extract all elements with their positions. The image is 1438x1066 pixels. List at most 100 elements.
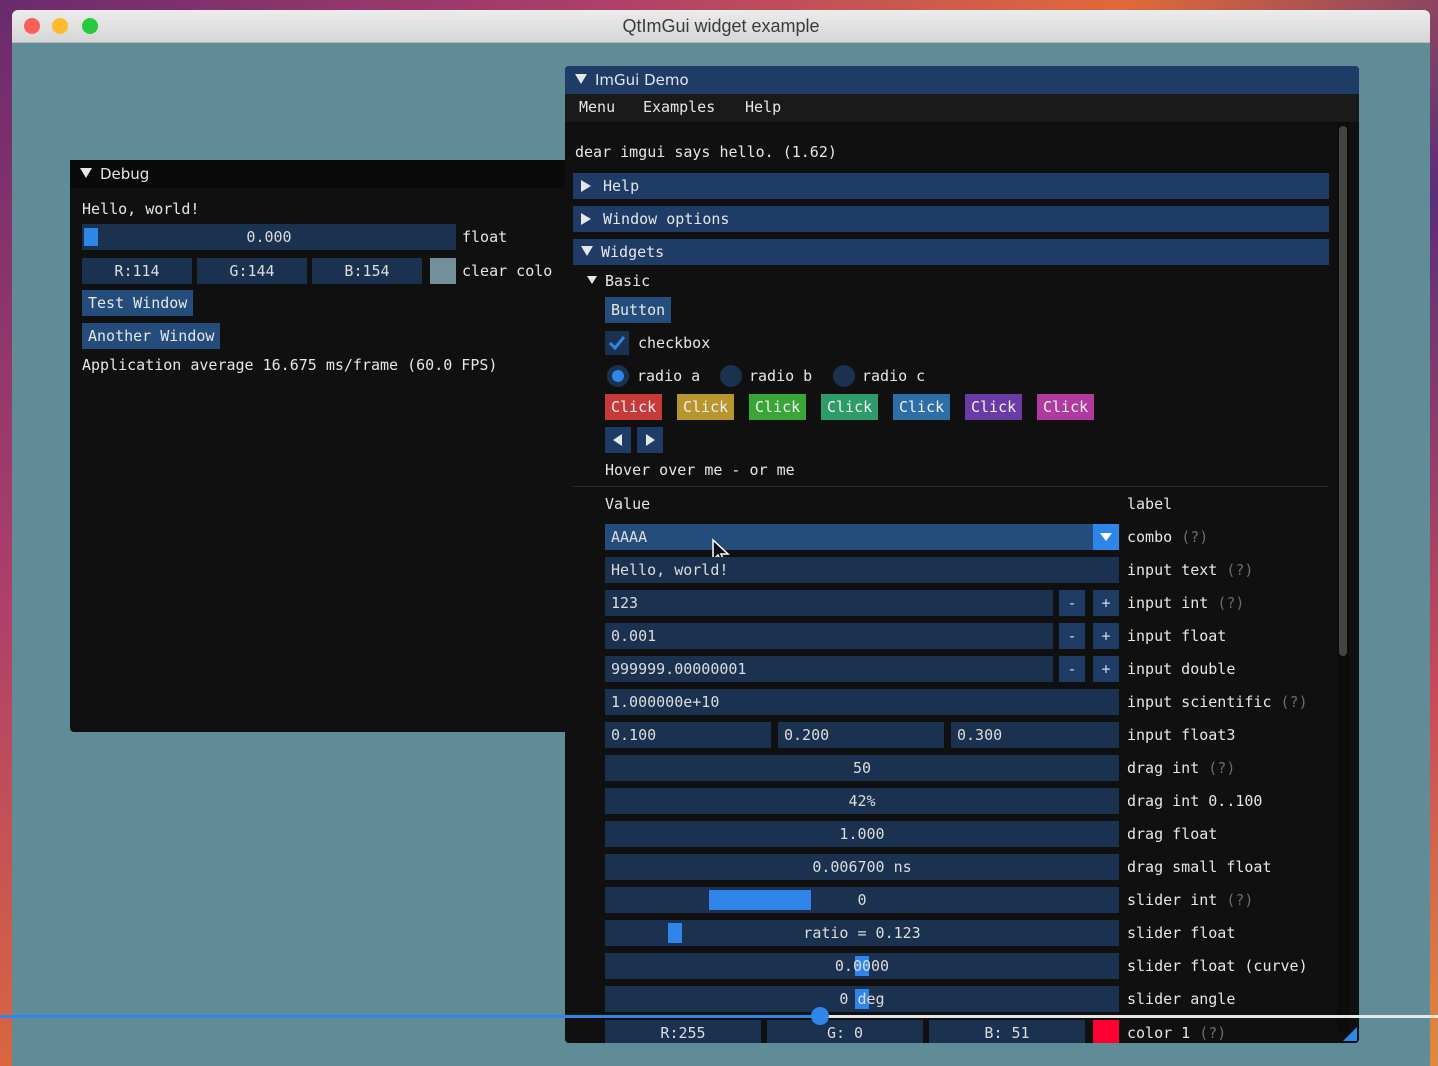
float-slider[interactable]: 0.000 (82, 224, 456, 250)
collapse-triangle-icon[interactable] (575, 73, 587, 84)
drag-float-label: drag float (1127, 825, 1218, 843)
chevron-down-icon (1100, 533, 1112, 541)
color1-b-drag[interactable]: B: 51 (929, 1020, 1085, 1043)
window-options-section-header[interactable]: Window options (573, 206, 1329, 232)
menu-examples[interactable]: Examples (643, 98, 715, 116)
slider-int-field[interactable]: 0 (605, 887, 1119, 913)
slider-float-curve-field[interactable]: 0.0000 (605, 953, 1119, 979)
drag-small-float-label: drag small float (1127, 858, 1272, 876)
radio-c-button[interactable] (833, 365, 855, 387)
menu-help[interactable]: Help (745, 98, 781, 116)
combo-value: AAAA (611, 528, 648, 546)
help-marker[interactable]: (?) (1208, 759, 1235, 777)
demo-window-header[interactable]: ImGui Demo (565, 66, 1359, 94)
resize-grip-icon[interactable] (1343, 1027, 1357, 1041)
click-button-5[interactable]: Click (893, 394, 951, 420)
help-marker[interactable]: (?) (1181, 528, 1208, 546)
input-float3-z[interactable]: 0.300 (951, 722, 1119, 748)
color1-g-drag[interactable]: G: 0 (767, 1020, 923, 1043)
basic-button[interactable]: Button (605, 297, 672, 323)
collapse-triangle-icon[interactable] (80, 167, 92, 178)
arrow-right-icon (646, 434, 655, 446)
title-bar: QtImGui widget example (12, 10, 1430, 43)
click-button-4[interactable]: Click (821, 394, 879, 420)
demo-hello-text: dear imgui says hello. (1.62) (575, 143, 837, 161)
click-button-1[interactable]: Click (605, 394, 663, 420)
float-label: float (462, 228, 508, 246)
collapse-triangle-icon (581, 245, 593, 256)
expand-triangle-icon (581, 179, 591, 192)
click-button-6[interactable]: Click (965, 394, 1023, 420)
slider-angle-value: 0 deg (839, 990, 885, 1008)
input-double-plus-button[interactable]: + (1093, 656, 1119, 682)
input-int-field[interactable]: 123 (605, 590, 1053, 616)
menu-menu[interactable]: Menu (579, 98, 615, 116)
input-float-label: input float (1127, 627, 1227, 645)
radio-b-button[interactable] (720, 365, 742, 387)
input-text-field[interactable]: Hello, world! (605, 557, 1119, 583)
help-marker[interactable]: (?) (1217, 594, 1244, 612)
input-float3-x[interactable]: 0.100 (605, 722, 771, 748)
drag-int-100-field[interactable]: 42% (605, 788, 1119, 814)
basic-tree-node[interactable]: Basic (587, 268, 650, 294)
input-int-label: input int (?) (1127, 594, 1245, 612)
help-marker[interactable]: (?) (1226, 891, 1253, 909)
radio-a-button[interactable] (607, 365, 629, 387)
help-marker[interactable]: (?) (1281, 693, 1308, 711)
click-button-7[interactable]: Click (1037, 394, 1095, 420)
input-double-minus-button[interactable]: - (1059, 656, 1085, 682)
input-float-plus-button[interactable]: + (1093, 623, 1119, 649)
click-button-2[interactable]: Click (677, 394, 735, 420)
slider-angle-field[interactable]: 0 deg (605, 986, 1119, 1012)
color1-swatch[interactable] (1093, 1020, 1119, 1043)
checkbox-label: checkbox (638, 334, 711, 352)
help-section-label: Help (603, 177, 640, 195)
arrow-right-button[interactable] (637, 427, 663, 453)
input-float-field[interactable]: 0.001 (605, 623, 1053, 649)
slider-float-label: slider float (1127, 924, 1236, 942)
color-g-drag[interactable]: G:144 (197, 258, 307, 284)
window-options-label: Window options (603, 210, 730, 228)
input-scientific-field[interactable]: 1.000000e+10 (605, 689, 1119, 715)
help-marker[interactable]: (?) (1199, 1024, 1226, 1042)
clear-color-swatch[interactable] (430, 258, 456, 284)
scrollbar-grab[interactable] (1339, 126, 1347, 656)
widgets-section-header[interactable]: Widgets (573, 239, 1329, 265)
another-window-button[interactable]: Another Window (82, 323, 221, 349)
drag-float-field[interactable]: 1.000 (605, 821, 1119, 847)
slider-float-field[interactable]: ratio = 0.123 (605, 920, 1119, 946)
combo-box[interactable]: AAAA (605, 524, 1119, 550)
separator (573, 486, 1329, 487)
drag-int-label: drag int (?) (1127, 759, 1236, 777)
input-double-field[interactable]: 999999.00000001 (605, 656, 1053, 682)
float-slider-value: 0.000 (246, 228, 292, 246)
debug-hello-text: Hello, world! (82, 200, 200, 218)
input-float-minus-button[interactable]: - (1059, 623, 1085, 649)
slider-float-value: ratio = 0.123 (803, 924, 921, 942)
color-r-drag[interactable]: R:114 (82, 258, 192, 284)
test-window-button[interactable]: Test Window (82, 290, 194, 316)
basic-label: Basic (605, 272, 651, 290)
color1-r-drag[interactable]: R:255 (605, 1020, 761, 1043)
hover-text[interactable]: Hover over me - or me (605, 457, 795, 483)
help-marker[interactable]: (?) (1226, 561, 1253, 579)
combo-dropdown-button[interactable] (1093, 524, 1119, 550)
slider-angle-label: slider angle (1127, 990, 1236, 1008)
drag-small-float-field[interactable]: 0.006700 ns (605, 854, 1119, 880)
expand-triangle-icon (581, 212, 591, 225)
widgets-section-label: Widgets (601, 243, 665, 261)
checkbox-box[interactable] (605, 331, 629, 355)
input-int-plus-button[interactable]: + (1093, 590, 1119, 616)
label-column-header: label (1127, 495, 1173, 513)
video-seek-progress (0, 1015, 820, 1018)
drag-int-field[interactable]: 50 (605, 755, 1119, 781)
video-seek-handle[interactable] (811, 1007, 829, 1025)
input-float3-y[interactable]: 0.200 (778, 722, 944, 748)
help-section-header[interactable]: Help (573, 173, 1329, 199)
arrow-left-button[interactable] (605, 427, 631, 453)
vertical-scrollbar[interactable] (1337, 122, 1349, 1033)
click-button-3[interactable]: Click (749, 394, 807, 420)
input-int-minus-button[interactable]: - (1059, 590, 1085, 616)
color-b-drag[interactable]: B:154 (312, 258, 422, 284)
debug-window-header[interactable]: Debug (70, 160, 570, 188)
